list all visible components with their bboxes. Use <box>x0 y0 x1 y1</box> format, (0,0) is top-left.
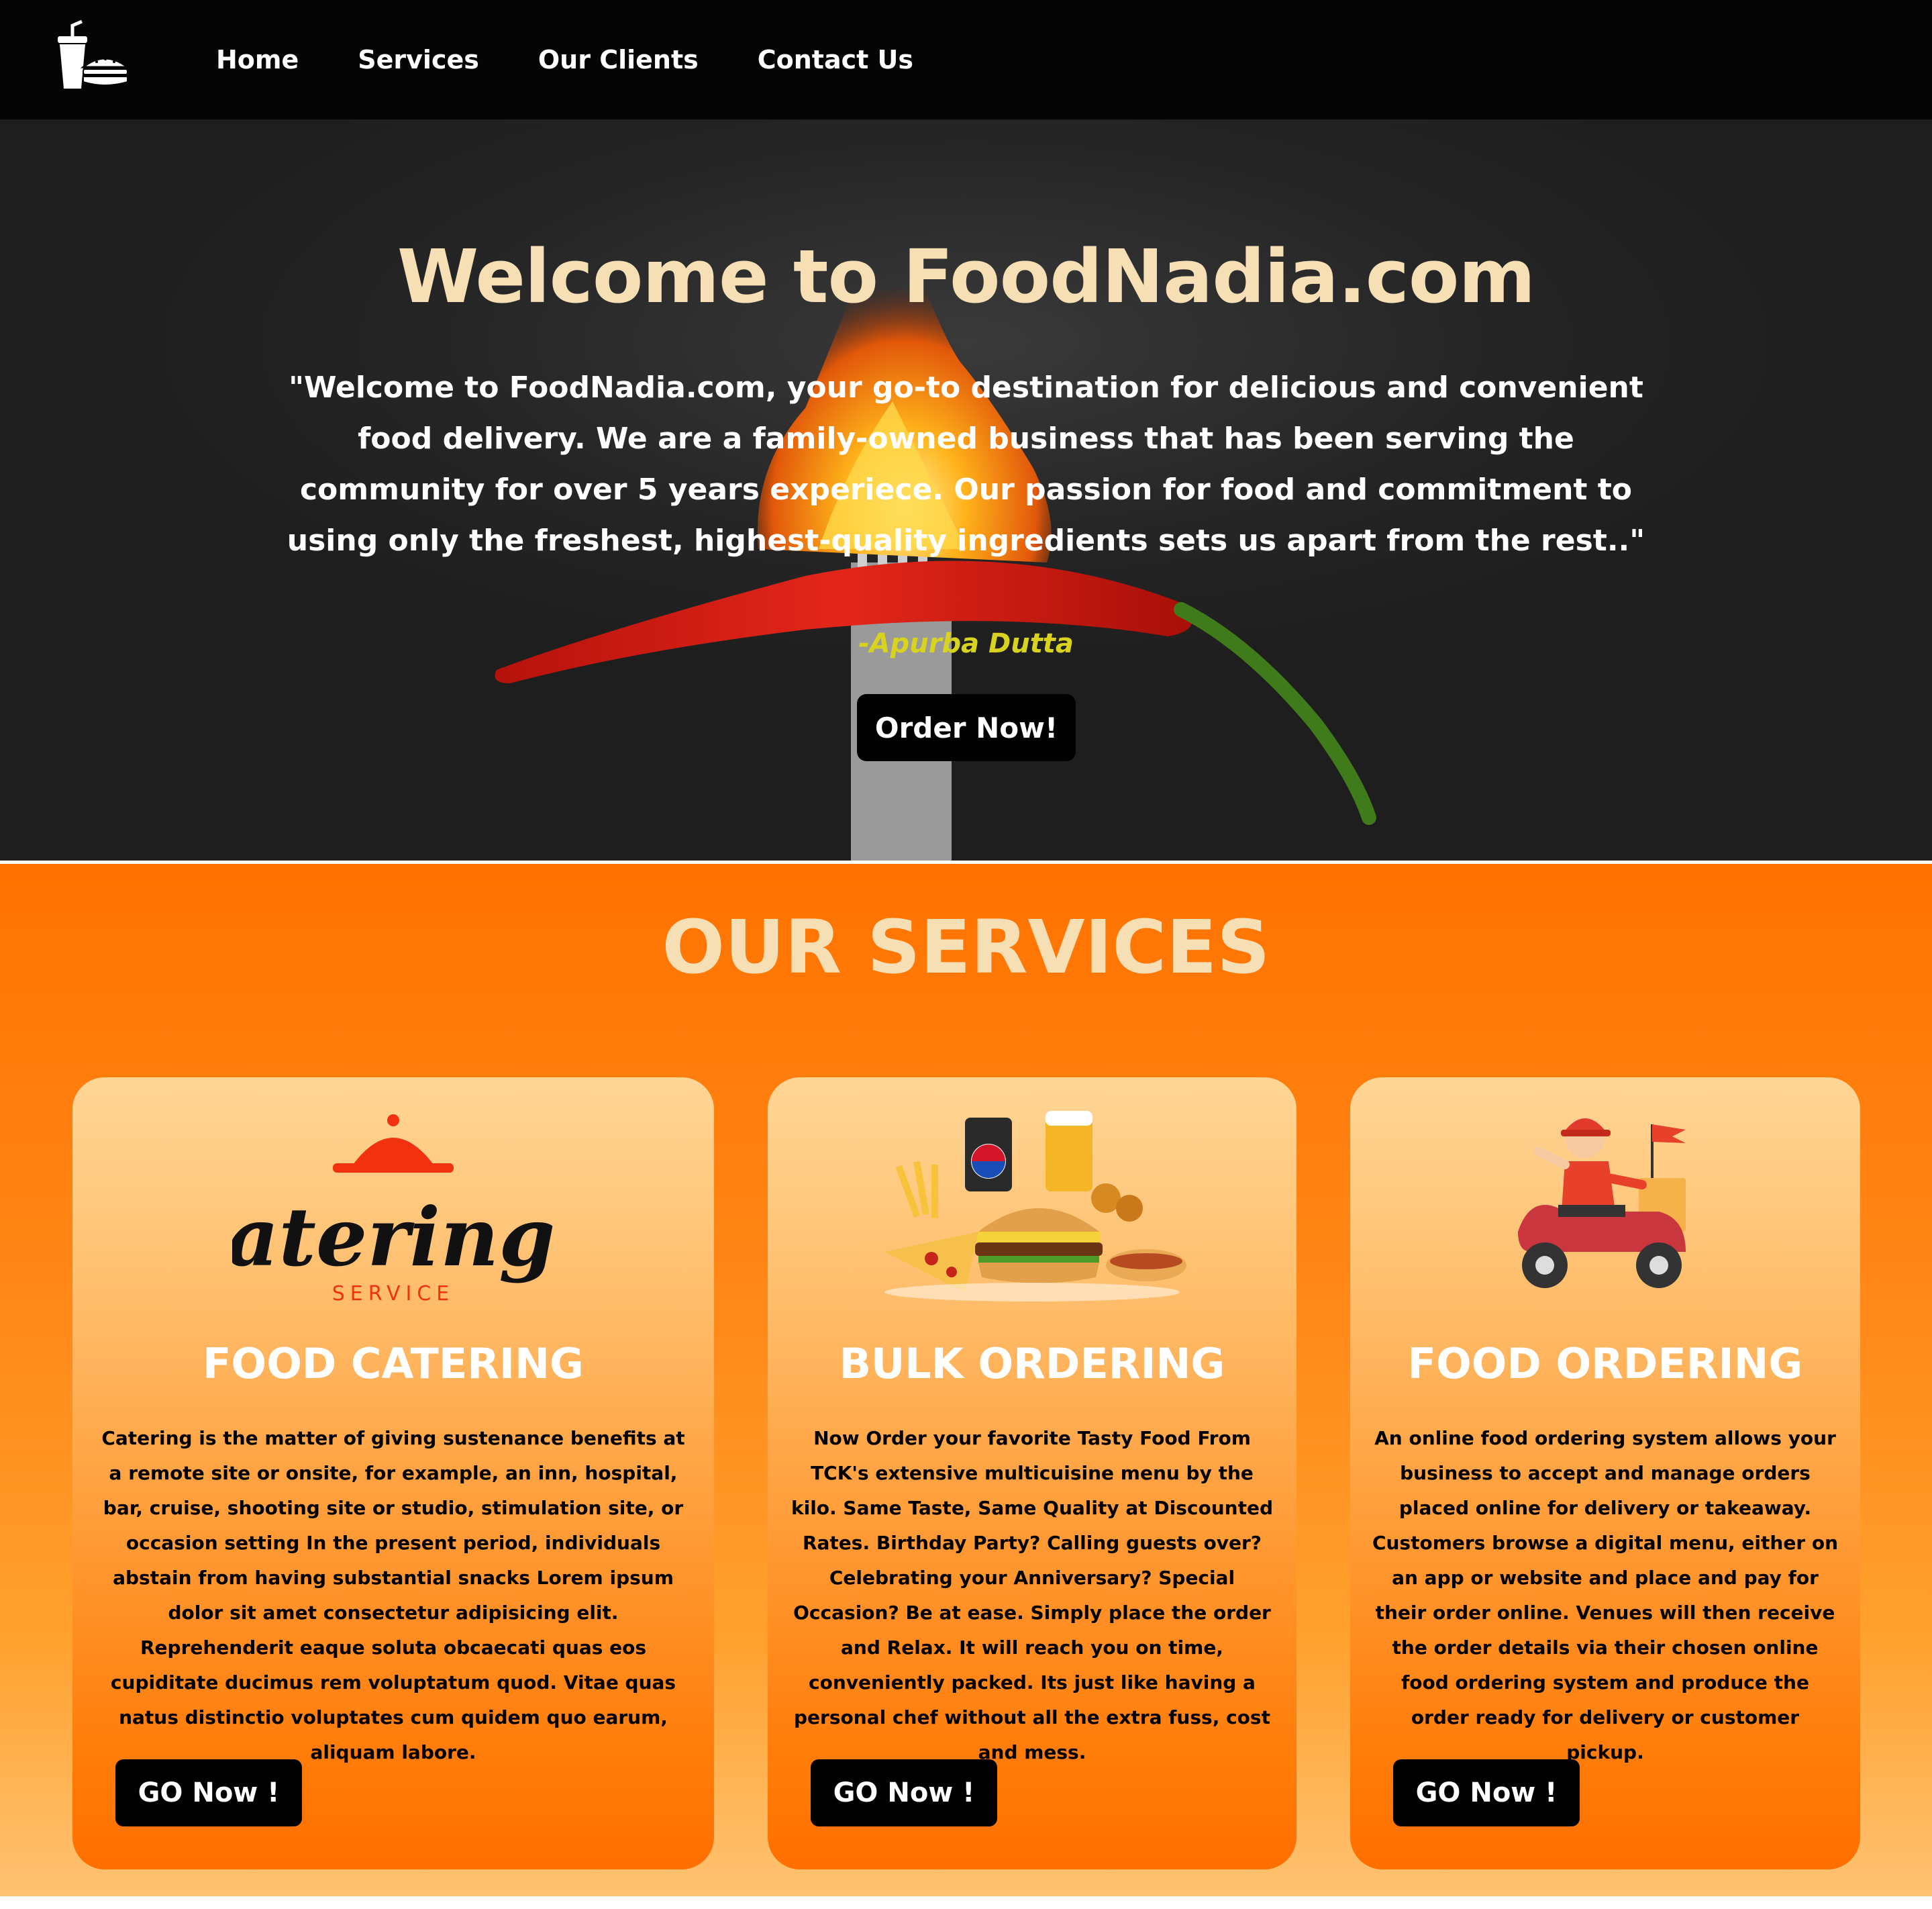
hero-section: Welcome to FoodNadia.com "Welcome to Foo… <box>0 119 1932 861</box>
nav-contact-us[interactable]: Contact Us <box>758 45 913 75</box>
service-card-food-catering: CateringG SERVICE FOOD CATERING Catering… <box>72 1077 714 1869</box>
card-text-food-catering: Catering is the matter of giving sustena… <box>101 1427 685 1763</box>
go-now-button-catering[interactable]: GO Now ! <box>115 1759 302 1826</box>
hero-quote: "Welcome to FoodNadia.com, your go-to de… <box>287 371 1645 558</box>
drink-burger-logo-icon[interactable] <box>54 19 134 93</box>
service-card-food-ordering: FOOD ORDERING An online food ordering sy… <box>1350 1077 1860 1869</box>
fast-food-combo-icon <box>878 1097 1186 1312</box>
nav-our-clients[interactable]: Our Clients <box>538 45 699 75</box>
go-now-button-ordering[interactable]: GO Now ! <box>1393 1759 1580 1826</box>
catering-logo-text: CateringG <box>232 1190 554 1285</box>
catering-cloche-icon: CateringG SERVICE <box>162 1097 624 1326</box>
catering-logo-subtext: SERVICE <box>332 1282 454 1306</box>
services-section: OUR SERVICES CateringG SERVICE FOOD CATE… <box>0 864 1932 1896</box>
hero-author: -Apurba Dutta <box>858 628 1074 659</box>
top-navbar: Home Services Our Clients Contact Us <box>0 0 1932 119</box>
hero-title: Welcome to FoodNadia.com <box>397 234 1535 320</box>
footer-strip <box>0 1896 1932 1909</box>
services-title: OUR SERVICES <box>662 904 1270 990</box>
delivery-scooter-icon <box>1491 1097 1719 1312</box>
go-now-button-bulk[interactable]: GO Now ! <box>811 1759 997 1826</box>
card-title-food-catering: FOOD CATERING <box>203 1339 584 1388</box>
nav-home[interactable]: Home <box>216 45 299 75</box>
card-title-food-ordering: FOOD ORDERING <box>1407 1339 1803 1388</box>
order-now-button[interactable]: Order Now! <box>857 694 1076 761</box>
card-text-bulk-ordering: Now Order your favorite Tasty Food From … <box>791 1427 1274 1763</box>
service-card-bulk-ordering: BULK ORDERING Now Order your favorite Ta… <box>768 1077 1297 1869</box>
card-title-bulk-ordering: BULK ORDERING <box>839 1339 1225 1388</box>
card-text-food-ordering: An online food ordering system allows yo… <box>1372 1427 1839 1763</box>
nav-services[interactable]: Services <box>358 45 479 75</box>
nav-links: Home Services Our Clients Contact Us <box>216 0 972 119</box>
